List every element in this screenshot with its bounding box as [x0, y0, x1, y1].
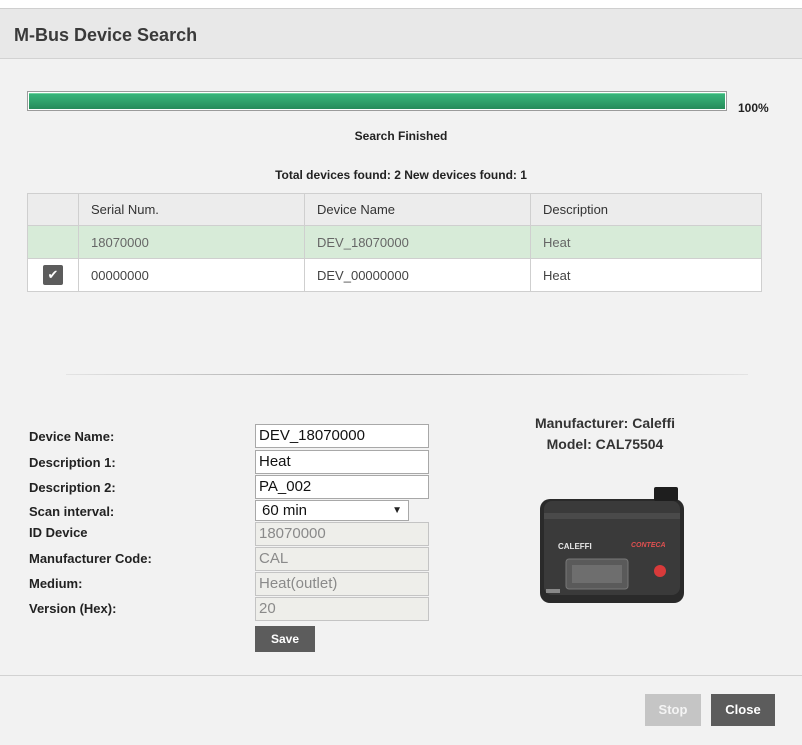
heat-meter-device-image: CALEFFI CONTECA — [540, 487, 684, 603]
scan-interval-label: Scan interval: — [29, 504, 115, 519]
footer-divider — [0, 675, 802, 676]
description1-field[interactable]: Heat — [255, 450, 429, 474]
devices-table: Serial Num. Device Name Description 1807… — [27, 193, 762, 292]
column-header-serial: Serial Num. — [78, 193, 305, 226]
device-name-label: Device Name: — [29, 429, 115, 444]
device-name-field[interactable]: DEV_18070000 — [255, 424, 429, 448]
dialog-title: M-Bus Device Search — [14, 25, 198, 45]
checkmark-icon[interactable]: ✔ — [43, 265, 63, 285]
serial-cell: 00000000 — [78, 258, 305, 292]
device-model: Model: CAL75504 — [546, 436, 664, 452]
id-device-field: 18070000 — [255, 522, 429, 546]
search-status: Search Finished — [354, 129, 448, 143]
device-brand-text: CALEFFI — [558, 542, 592, 551]
medium-field: Heat(outlet) — [255, 572, 429, 596]
manufacturer-code-label: Manufacturer Code: — [29, 551, 152, 566]
table-row[interactable]: ✔ 00000000 DEV_00000000 Heat — [27, 258, 762, 292]
column-header-description: Description — [530, 193, 762, 226]
device-search-dialog: M-Bus Device Search 100% Search Finished… — [0, 8, 802, 745]
column-header-device-name: Device Name — [304, 193, 531, 226]
medium-label: Medium: — [29, 576, 83, 591]
device-product-text: CONTECA — [631, 542, 666, 549]
column-header-select — [27, 193, 79, 226]
version-label: Version (Hex): — [29, 601, 117, 616]
devices-found-summary: Total devices found: 2 New devices found… — [275, 168, 527, 182]
description-cell: Heat — [530, 225, 762, 259]
row-select-cell[interactable]: ✔ — [27, 258, 79, 292]
manufacturer-name: Manufacturer: Caleffi — [534, 415, 676, 431]
progress-percent: 100% — [738, 101, 769, 115]
description2-field[interactable]: PA_002 — [255, 475, 429, 499]
description1-label: Description 1: — [29, 455, 116, 470]
id-device-label: ID Device — [29, 525, 88, 540]
manufacturer-code-field: CAL — [255, 547, 429, 571]
dropdown-arrow-icon: ▼ — [392, 505, 402, 516]
save-button[interactable]: Save — [255, 626, 315, 652]
description-cell: Heat — [530, 258, 762, 292]
search-progress-bar — [27, 91, 727, 111]
table-row[interactable]: 18070000 DEV_18070000 Heat — [27, 225, 762, 259]
serial-cell: 18070000 — [78, 225, 305, 259]
version-field: 20 — [255, 597, 429, 621]
device-name-cell: DEV_00000000 — [304, 258, 531, 292]
dialog-header: M-Bus Device Search — [0, 9, 802, 59]
device-name-cell: DEV_18070000 — [304, 225, 531, 259]
scan-interval-select[interactable]: 60 min ▼ — [255, 500, 409, 521]
table-header-row: Serial Num. Device Name Description — [27, 193, 762, 226]
row-select-cell[interactable] — [27, 225, 79, 259]
description2-label: Description 2: — [29, 480, 116, 495]
section-divider — [66, 374, 748, 375]
progress-fill — [29, 93, 725, 109]
scan-interval-value: 60 min — [262, 502, 308, 519]
stop-button[interactable]: Stop — [645, 694, 701, 726]
close-button[interactable]: Close — [711, 694, 775, 726]
